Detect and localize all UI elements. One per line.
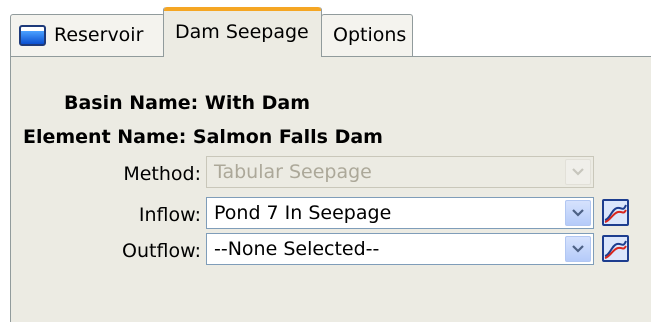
inflow-dropdown-button[interactable] (565, 200, 591, 226)
inflow-graph-button[interactable] (602, 199, 629, 226)
chevron-down-icon (572, 168, 584, 176)
outflow-select[interactable]: --None Selected-- (206, 233, 594, 265)
basin-name-label: Basin Name: (64, 92, 199, 114)
tab-strip: Reservoir Dam Seepage Options (0, 0, 651, 57)
tab-reservoir[interactable]: Reservoir (10, 14, 165, 56)
outflow-dropdown-button[interactable] (565, 236, 591, 262)
chevron-down-icon (572, 209, 584, 217)
tab-options-label: Options (333, 24, 407, 46)
basin-name-value: With Dam (204, 92, 310, 114)
inflow-value: Pond 7 In Seepage (214, 202, 392, 224)
tab-options[interactable]: Options (321, 14, 413, 56)
tab-dam-seepage[interactable]: Dam Seepage (163, 7, 322, 57)
reservoir-icon (19, 25, 46, 46)
element-name-value: Salmon Falls Dam (192, 126, 383, 148)
outflow-graph-button[interactable] (602, 235, 629, 262)
element-name-row: Element Name: Salmon Falls Dam (23, 126, 383, 148)
tab-reservoir-label: Reservoir (54, 24, 144, 46)
chevron-down-icon (572, 245, 584, 253)
active-tab-indicator (164, 7, 321, 11)
element-name-label: Element Name: (23, 126, 187, 148)
graph-icon (604, 201, 627, 224)
method-dropdown-button (565, 159, 591, 185)
dam-seepage-panel: Basin Name: With Dam Element Name: Salmo… (10, 56, 651, 322)
method-select: Tabular Seepage (206, 156, 594, 188)
basin-name-row: Basin Name: With Dam (64, 92, 310, 114)
inflow-label: Inflow: (138, 204, 201, 226)
graph-icon (604, 237, 627, 260)
tab-dam-seepage-label: Dam Seepage (175, 20, 309, 43)
method-label: Method: (123, 163, 201, 185)
outflow-label: Outflow: (122, 240, 201, 262)
inflow-select[interactable]: Pond 7 In Seepage (206, 197, 594, 229)
method-value: Tabular Seepage (214, 161, 372, 183)
outflow-value: --None Selected-- (214, 238, 380, 260)
